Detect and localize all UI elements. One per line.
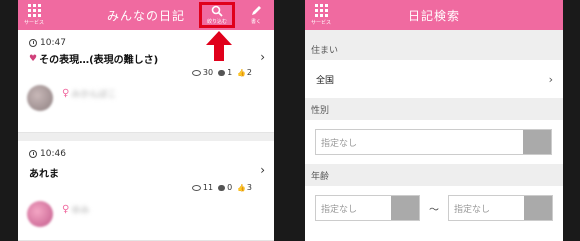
age-to-select[interactable]: 指定なし (448, 195, 553, 221)
diary-list-screen: サービス みんなの日記 絞り込む 書く 10:47 ♥ その表現…(表現の難しさ… (18, 0, 274, 241)
write-button[interactable]: 書く (242, 2, 270, 28)
like-count: 3 (246, 183, 252, 192)
age-from-placeholder: 指定なし (321, 204, 358, 215)
chevron-right-icon: › (260, 163, 265, 177)
dropdown-button[interactable] (523, 130, 551, 154)
grid-icon (314, 4, 328, 17)
entry-time-text: 10:46 (40, 149, 66, 159)
entry-title-text: その表現…(表現の難しさ) (39, 55, 159, 66)
entry-stats: 30 1 👍 2 (187, 68, 252, 77)
author[interactable]: ♀ みかんぼこ (27, 85, 116, 111)
female-icon: ♀ (62, 203, 70, 215)
chevron-right-icon: › (548, 72, 553, 86)
chevron-right-icon: › (260, 50, 265, 64)
view-count: 11 (202, 183, 214, 192)
author-name: ゆみ (71, 205, 90, 216)
page-title: みんなの日記 (106, 8, 185, 23)
entry-time: 10:47 (29, 38, 66, 48)
entry-time: 10:46 (29, 149, 66, 159)
entry-time-text: 10:47 (40, 38, 66, 48)
like-count: 2 (246, 68, 252, 77)
divider (305, 30, 563, 38)
service-label: サービス (310, 20, 331, 26)
age-to-placeholder: 指定なし (454, 204, 491, 215)
eye-icon (191, 184, 201, 191)
avatar (27, 201, 53, 227)
divider (18, 133, 274, 141)
filter-label: 絞り込む (206, 19, 227, 25)
filter-button[interactable]: 絞り込む (199, 2, 235, 28)
diary-entry[interactable]: 10:46 あれま › 11 0 👍 3 ♀ ゆみ (18, 141, 274, 241)
thumbs-up-icon: 👍 (237, 68, 246, 77)
gender-section-header: 性別 (305, 98, 563, 120)
service-menu-button[interactable]: サービス (309, 2, 333, 28)
gender-placeholder: 指定なし (321, 138, 358, 149)
grid-icon (27, 4, 41, 17)
red-arrow-annotation (206, 31, 232, 61)
gender-field-row: 指定なし (305, 120, 563, 164)
heart-icon: ♥ (29, 53, 38, 64)
residence-section-header: 住まい (305, 38, 563, 60)
dropdown-button[interactable] (391, 196, 419, 220)
service-menu-button[interactable]: サービス (22, 2, 46, 28)
author-name: みかんぼこ (71, 89, 117, 100)
female-icon: ♀ (62, 87, 70, 99)
thumbs-up-icon: 👍 (237, 183, 246, 192)
entry-title: ♥ その表現…(表現の難しさ) (29, 51, 159, 67)
top-bar: サービス みんなの日記 絞り込む 書く (18, 0, 274, 30)
clock-icon (29, 150, 37, 158)
author[interactable]: ♀ ゆみ (27, 201, 89, 227)
diary-entry[interactable]: 10:47 ♥ その表現…(表現の難しさ) › 30 1 👍 2 ♀ みかんぼこ (18, 30, 274, 133)
avatar (27, 85, 53, 111)
diary-search-screen: サービス 日記検索 住まい 全国 › 性別 指定なし 年齢 指定なし 〜 指定な… (305, 0, 563, 241)
comment-icon (218, 184, 226, 191)
comment-icon (218, 69, 226, 76)
age-from-select[interactable]: 指定なし (315, 195, 420, 221)
age-section-header: 年齢 (305, 164, 563, 186)
residence-value: 全国 (316, 75, 335, 86)
page-title: 日記検索 (407, 8, 460, 23)
search-icon (211, 5, 223, 17)
age-field-row: 指定なし 〜 指定なし (305, 186, 563, 230)
eye-icon (191, 69, 201, 76)
residence-select[interactable]: 全国 › (305, 60, 563, 98)
entry-title: あれま (29, 165, 59, 180)
entry-stats: 11 0 👍 3 (187, 183, 252, 192)
top-bar: サービス 日記検索 (305, 0, 563, 30)
range-separator: 〜 (429, 204, 439, 216)
service-label: サービス (23, 20, 44, 26)
pencil-icon (252, 6, 261, 15)
comment-count: 0 (227, 183, 233, 192)
comment-count: 1 (227, 68, 233, 77)
gender-select[interactable]: 指定なし (315, 129, 552, 155)
view-count: 30 (202, 68, 214, 77)
dropdown-button[interactable] (524, 196, 552, 220)
write-label: 書く (250, 19, 261, 25)
entry-title-text: あれま (29, 169, 59, 180)
clock-icon (29, 39, 37, 47)
